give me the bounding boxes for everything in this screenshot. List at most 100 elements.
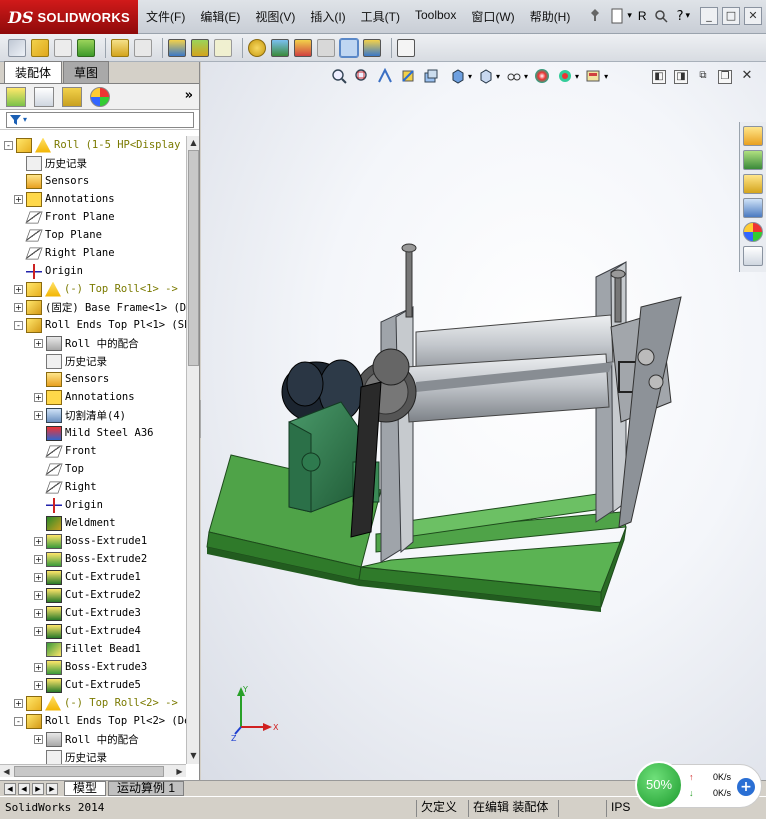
mate-icon[interactable] <box>77 38 95 57</box>
tree-row[interactable]: + Cut-Extrude5 <box>34 676 141 694</box>
expand-icon[interactable]: + <box>34 662 43 672</box>
menu-toolbox[interactable]: Toolbox <box>415 8 456 25</box>
paperclip-icon[interactable] <box>54 38 72 57</box>
tree-row[interactable]: + Boss-Extrude1 <box>34 532 147 550</box>
design-library-icon[interactable] <box>743 150 763 170</box>
property-manager-tab-icon[interactable] <box>34 86 54 107</box>
menu-view[interactable]: 视图(V) <box>255 8 295 25</box>
tree-row[interactable]: + (固定) Base Frame<1> (D <box>14 298 186 316</box>
scroll-left-arrow-icon[interactable]: ◀ <box>0 765 13 778</box>
menu-file[interactable]: 文件(F) <box>146 8 185 25</box>
tree-row[interactable]: Front <box>34 442 97 460</box>
display-manager-tab-icon[interactable] <box>90 86 110 107</box>
view-palette-icon[interactable] <box>743 198 763 218</box>
expand-icon[interactable]: + <box>14 698 23 708</box>
tree-row[interactable]: + Cut-Extrude1 <box>34 568 141 586</box>
configuration-manager-tab-icon[interactable] <box>62 86 82 107</box>
scroll-up-arrow-icon[interactable]: ▲ <box>187 136 200 149</box>
tree-row[interactable]: + Annotations <box>14 190 115 208</box>
rotate-component-icon[interactable] <box>134 38 152 57</box>
menu-help[interactable]: 帮助(H) <box>530 8 571 25</box>
tree-row[interactable]: Right Plane <box>14 244 115 262</box>
restore-button[interactable]: □ <box>722 7 740 25</box>
graphics-area[interactable]: ▾ ▾ ▾ ▾ ▾ ◧ ◨ ⧉ ❐ ✕ Y X Z <box>201 62 766 780</box>
bom-icon[interactable] <box>271 38 289 57</box>
next-tab-icon[interactable]: ▶ <box>32 782 44 795</box>
pin-icon[interactable] <box>587 8 603 24</box>
expand-icon[interactable]: + <box>34 608 43 618</box>
scroll-down-arrow-icon[interactable]: ▼ <box>187 749 200 762</box>
expand-icon[interactable]: + <box>14 194 23 204</box>
tree-row[interactable]: Origin <box>14 262 83 280</box>
expand-icon[interactable]: + <box>34 392 43 402</box>
expand-icon[interactable]: + <box>34 536 43 546</box>
expand-icon[interactable]: + <box>34 626 43 636</box>
solidworks-logo[interactable]: DS SOLIDWORKS <box>0 0 138 34</box>
tree-horizontal-scrollbar[interactable]: ◀ ▶ <box>0 764 186 777</box>
tree-row[interactable]: Right <box>34 478 97 496</box>
tree-row[interactable]: Origin <box>34 496 103 514</box>
scrollbar-thumb[interactable] <box>14 766 164 777</box>
open-folder-icon[interactable] <box>31 38 49 57</box>
first-tab-icon[interactable]: ◀ <box>4 782 16 795</box>
last-tab-icon[interactable]: ▶ <box>46 782 58 795</box>
network-speed-widget[interactable]: 50% ↑ 0K/s ↓ 0K/s + <box>635 761 762 809</box>
tree-row[interactable]: + (-) Top Roll<1> -> ( <box>14 280 186 298</box>
scrollbar-thumb[interactable] <box>188 150 199 366</box>
tree-row[interactable]: Sensors <box>34 370 109 388</box>
collapse-icon[interactable]: - <box>14 320 23 330</box>
tree-row[interactable]: + Annotations <box>34 388 135 406</box>
tree-row[interactable]: + Cut-Extrude4 <box>34 622 141 640</box>
expand-icon[interactable]: + <box>34 338 43 348</box>
reference-geometry-icon[interactable] <box>214 38 232 57</box>
tree-row[interactable]: + Boss-Extrude3 <box>34 658 147 676</box>
tree-row[interactable]: 历史记录 <box>34 352 107 370</box>
file-explorer-icon[interactable] <box>743 174 763 194</box>
filter-input[interactable]: ▾ <box>6 111 194 128</box>
solidworks-resources-icon[interactable] <box>743 126 763 146</box>
new-icon[interactable] <box>8 38 26 57</box>
tree-row[interactable]: + Cut-Extrude3 <box>34 604 141 622</box>
collapse-icon[interactable]: - <box>14 716 23 726</box>
expand-icon[interactable]: + <box>14 302 23 312</box>
tree-row[interactable]: - Roll Ends Top Pl<2> (De <box>14 712 186 730</box>
tab-sketch[interactable]: 草图 <box>63 61 110 83</box>
menu-insert[interactable]: 插入(I) <box>310 8 345 25</box>
minimize-button[interactable]: _ <box>700 7 718 25</box>
tree-row[interactable]: Fillet Bead1 <box>34 640 141 658</box>
expand-icon[interactable]: + <box>34 590 43 600</box>
tree-row[interactable]: - Roll Ends Top Pl<1> (Sh <box>14 316 186 334</box>
explode-line-sketch-icon[interactable] <box>317 38 335 57</box>
instant3d-icon[interactable] <box>339 37 359 58</box>
assembly-features-icon[interactable] <box>191 38 209 57</box>
close-button[interactable]: ✕ <box>744 7 762 25</box>
tree-row[interactable]: - Roll (1-5 HP<Display St <box>4 136 186 154</box>
roll-machine-3d-model[interactable] <box>201 62 766 780</box>
add-icon[interactable]: + <box>737 778 755 796</box>
expand-icon[interactable]: + <box>34 554 43 564</box>
custom-properties-icon[interactable] <box>743 246 763 266</box>
expand-icon[interactable]: + <box>34 734 43 744</box>
options-gear-icon[interactable] <box>248 38 266 57</box>
tree-row[interactable]: + (-) Top Roll<2> -> ( <box>14 694 186 712</box>
tree-row[interactable]: + Cut-Extrude2 <box>34 586 141 604</box>
menu-window[interactable]: 窗口(W) <box>471 8 514 25</box>
tree-row[interactable]: 历史记录 <box>34 748 107 764</box>
document-label[interactable]: R <box>638 9 647 23</box>
search-icon[interactable] <box>653 8 669 24</box>
new-document-icon[interactable] <box>609 8 625 24</box>
tab-model[interactable]: 模型 <box>64 781 107 796</box>
help-question-button[interactable]: ? <box>677 9 684 24</box>
move-component-icon[interactable] <box>363 38 381 57</box>
tree-vertical-scrollbar[interactable]: ▲ ▼ <box>186 136 199 764</box>
units-selector[interactable]: IPS <box>606 800 634 817</box>
tab-motion-study[interactable]: 运动算例 1 <box>108 781 185 796</box>
tree-row[interactable]: Mild Steel A36 <box>34 424 154 442</box>
tree-row[interactable]: Top Plane <box>14 226 102 244</box>
more-tabs-chevron-icon[interactable]: » <box>185 88 193 103</box>
tree-row[interactable]: Sensors <box>14 172 89 190</box>
expand-icon[interactable]: + <box>14 284 23 294</box>
exploded-view-icon[interactable] <box>294 38 312 57</box>
feature-manager-tab-icon[interactable] <box>6 86 26 107</box>
menu-tools[interactable]: 工具(T) <box>361 8 400 25</box>
